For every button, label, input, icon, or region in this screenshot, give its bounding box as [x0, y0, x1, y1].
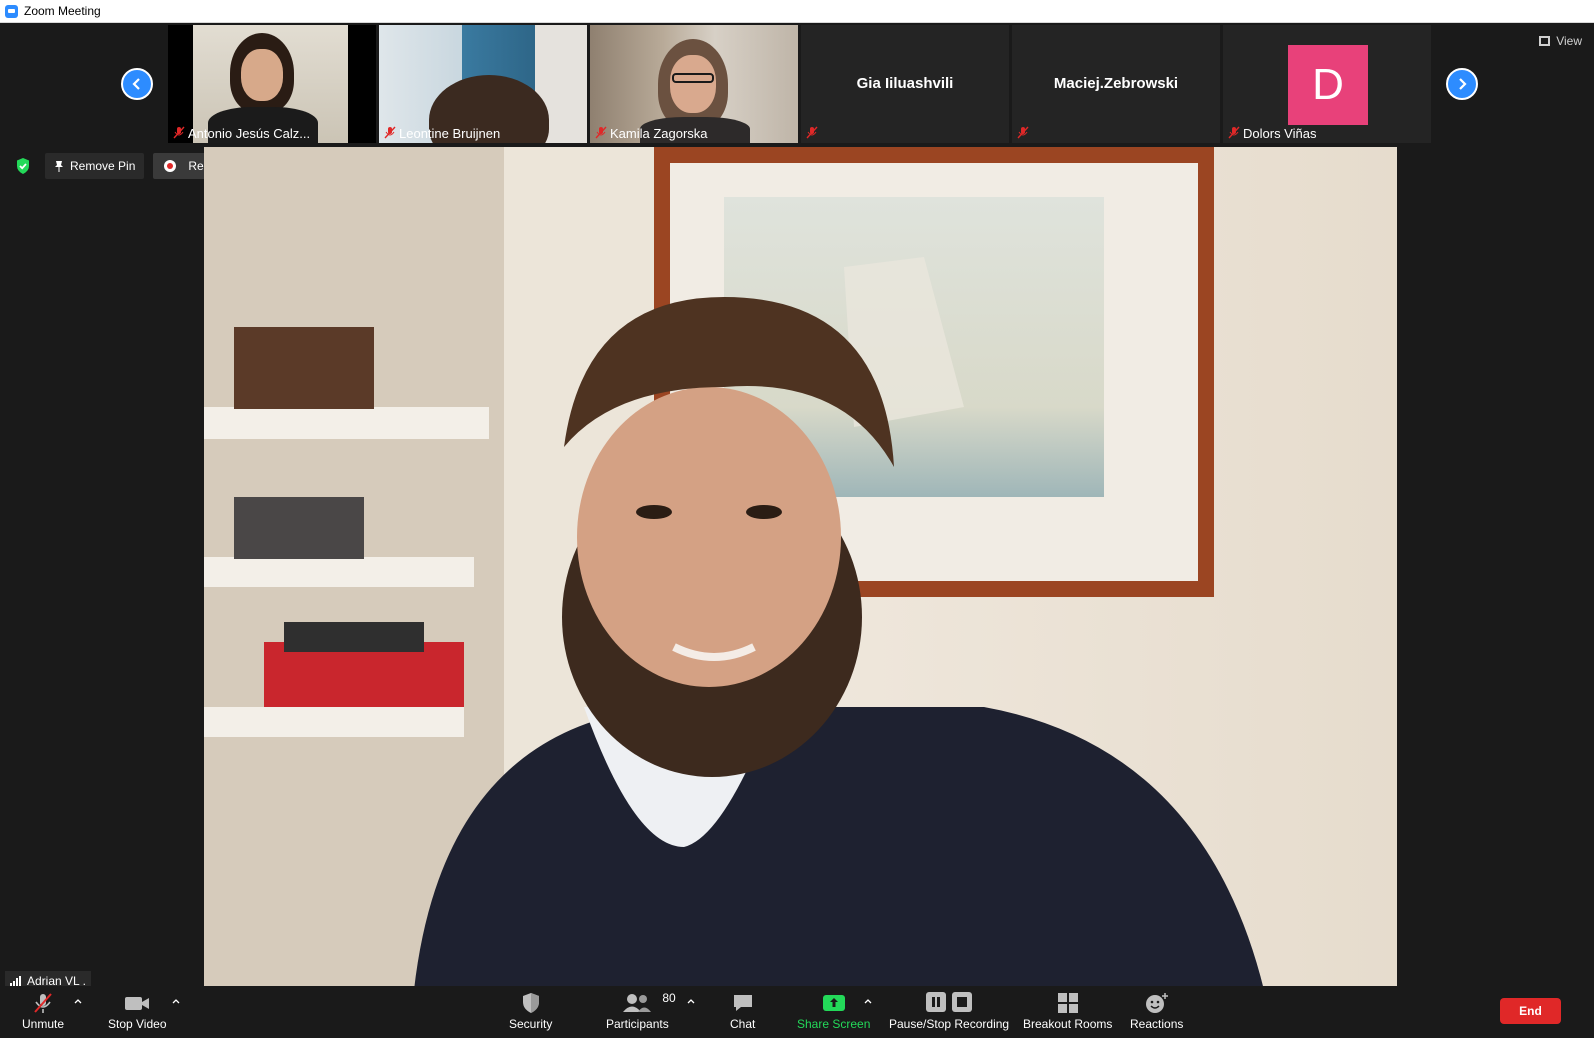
unmute-label: Unmute	[22, 1017, 65, 1031]
share-options-caret-icon[interactable]	[863, 996, 873, 1006]
recording-dot-icon	[164, 160, 177, 172]
breakout-rooms-icon	[1057, 993, 1078, 1013]
stop-video-button[interactable]: Stop Video	[108, 992, 167, 1031]
breakout-rooms-label: Breakout Rooms	[1023, 1017, 1113, 1031]
pause-stop-recording-icon	[926, 992, 973, 1012]
chat-button[interactable]: Chat	[730, 992, 755, 1031]
chat-label: Chat	[730, 1017, 756, 1031]
security-shield-icon	[522, 993, 539, 1013]
breakout-rooms-button[interactable]: Breakout Rooms	[1023, 992, 1112, 1031]
zoom-app-icon	[5, 4, 18, 18]
next-page-button[interactable]	[1446, 68, 1478, 100]
grid-view-icon	[1539, 36, 1551, 46]
remove-pin-label: Remove Pin	[70, 159, 136, 173]
video-camera-icon	[125, 997, 150, 1010]
chevron-left-icon	[132, 78, 140, 90]
security-label: Security	[509, 1017, 553, 1031]
pause-stop-recording-button[interactable]: Pause/Stop Recording	[889, 990, 1009, 1031]
window-title: Zoom Meeting	[24, 4, 101, 18]
avatar: D	[1288, 45, 1368, 125]
participant-tile[interactable]: D Dolors Viñas	[1223, 25, 1431, 143]
view-label: View	[1556, 34, 1582, 48]
reactions-label: Reactions	[1130, 1017, 1184, 1031]
participants-button[interactable]: 80 Participants	[606, 991, 676, 1031]
active-speaker-video	[204, 147, 1397, 990]
participant-name: Gia Iiluashvili	[856, 75, 954, 92]
participants-label: Participants	[606, 1017, 669, 1031]
security-button[interactable]: Security	[509, 992, 552, 1031]
previous-page-button[interactable]	[121, 68, 153, 100]
video-options-caret-icon[interactable]	[171, 996, 181, 1006]
chevron-right-icon	[1459, 78, 1467, 90]
muted-mic-icon	[173, 126, 185, 139]
share-screen-label: Share Screen	[797, 1017, 871, 1031]
meeting-area: Antonio Jesús Calz... Leontine Bruijnen …	[0, 23, 1594, 1038]
muted-mic-icon	[1228, 126, 1240, 139]
participant-name: Kamila Zagorska	[610, 126, 708, 141]
share-screen-button[interactable]: Share Screen	[797, 992, 870, 1031]
muted-mic-icon	[384, 126, 396, 139]
muted-mic-icon	[595, 126, 607, 139]
window-titlebar: Zoom Meeting	[0, 0, 1594, 23]
muted-mic-icon	[34, 993, 52, 1013]
reactions-button[interactable]: Reactions	[1130, 992, 1183, 1031]
speaker-video-frame	[204, 147, 1397, 990]
participant-name: Dolors Viñas	[1243, 126, 1317, 141]
end-meeting-button[interactable]: End	[1500, 998, 1561, 1024]
participants-icon	[623, 994, 652, 1012]
remove-pin-button[interactable]: Remove Pin	[45, 153, 145, 179]
share-screen-icon	[822, 995, 845, 1011]
participant-tile[interactable]: Kamila Zagorska	[590, 25, 798, 143]
participant-strip: Antonio Jesús Calz... Leontine Bruijnen …	[168, 25, 1434, 143]
participant-name: Antonio Jesús Calz...	[188, 126, 311, 141]
unmute-button[interactable]: Unmute	[22, 992, 64, 1031]
pause-stop-recording-label: Pause/Stop Recording	[889, 1017, 1010, 1031]
signal-strength-icon	[10, 975, 22, 987]
pin-icon	[55, 161, 63, 172]
participant-tile[interactable]: Maciej.Zebrowski	[1012, 25, 1220, 143]
participant-tile[interactable]: Antonio Jesús Calz...	[168, 25, 376, 143]
reactions-smiley-icon	[1145, 993, 1168, 1013]
participant-tile[interactable]: Gia Iiluashvili	[801, 25, 1009, 143]
muted-mic-icon	[1017, 126, 1029, 139]
participants-count: 80	[662, 991, 676, 1005]
audio-options-caret-icon[interactable]	[73, 996, 83, 1006]
participant-name: Leontine Bruijnen	[399, 126, 501, 141]
muted-mic-icon	[806, 126, 818, 139]
chat-bubble-icon	[733, 995, 752, 1011]
meeting-toolbar: Unmute Stop Video Security 80 Participan…	[0, 986, 1594, 1038]
stop-video-label: Stop Video	[108, 1017, 167, 1031]
participant-tile[interactable]: Leontine Bruijnen	[379, 25, 587, 143]
encryption-shield-icon[interactable]	[13, 156, 33, 176]
view-button[interactable]: View	[1539, 34, 1582, 48]
participants-options-caret-icon[interactable]	[686, 996, 696, 1006]
participant-name: Maciej.Zebrowski	[1053, 75, 1179, 92]
